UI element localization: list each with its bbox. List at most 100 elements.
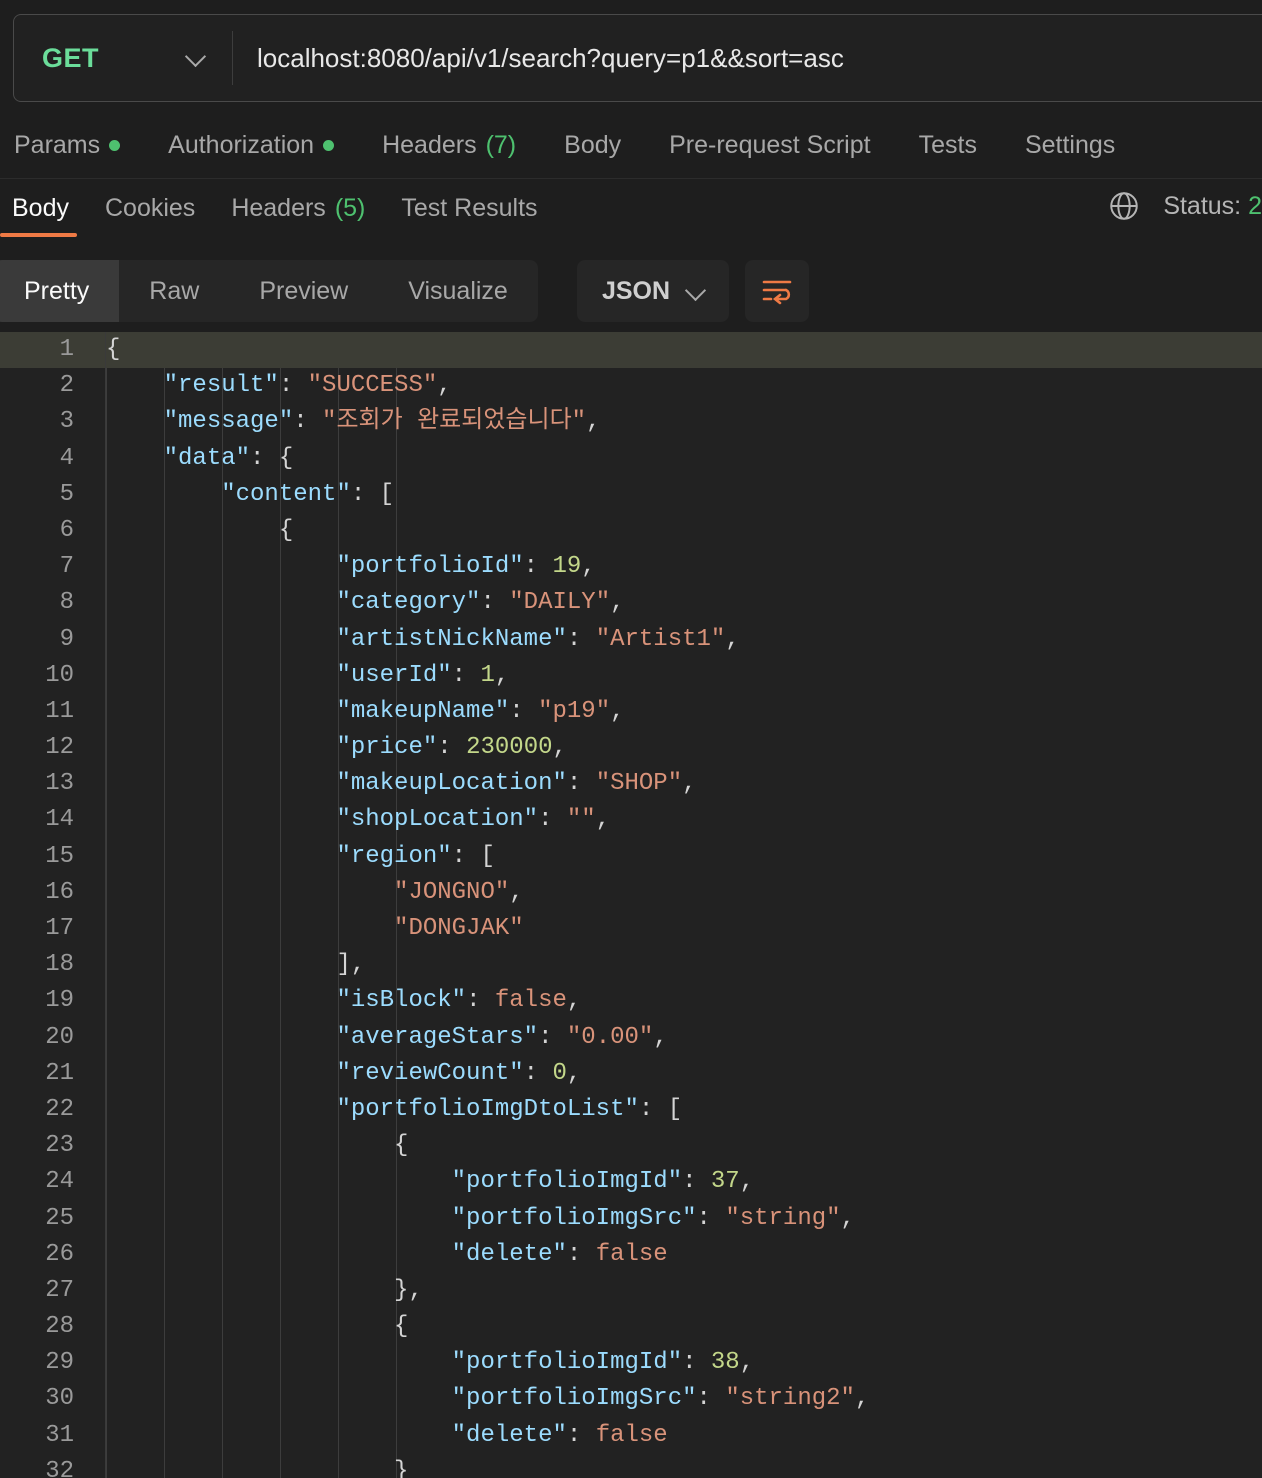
line-content: { — [106, 1313, 409, 1341]
line-number: 16 — [45, 878, 74, 906]
view-mode-visualize-label: Visualize — [408, 276, 508, 305]
view-mode-pretty-label: Pretty — [24, 276, 90, 305]
line-content: ], — [106, 951, 366, 979]
status-label: Status: — [1163, 191, 1242, 220]
view-mode-pretty[interactable]: Pretty — [0, 260, 120, 322]
line-content: "userId": 1, — [336, 661, 510, 689]
line-number: 6 — [59, 516, 74, 544]
code-line: 10 "userId": 1, — [0, 658, 1262, 694]
tab-pre-request-script-label: Pre-request Script — [669, 131, 871, 159]
line-content: "delete": false — [451, 1421, 668, 1449]
code-line: 6 { — [0, 513, 1262, 549]
line-number: 24 — [45, 1168, 74, 1196]
line-number: 14 — [45, 806, 74, 834]
code-line: 30 "portfolioImgSrc": "string2", — [0, 1381, 1262, 1417]
line-content: "artistNickName": "Artist1", — [336, 625, 740, 653]
word-wrap-icon — [762, 280, 792, 305]
view-mode-preview-label: Preview — [259, 276, 349, 305]
line-number: 26 — [45, 1240, 74, 1268]
response-tab-body-label: Body — [12, 193, 69, 222]
tab-pre-request-script[interactable]: Pre-request Script — [669, 131, 870, 160]
line-number: 13 — [45, 770, 74, 798]
tab-body[interactable]: Body — [564, 131, 621, 160]
globe-icon[interactable] — [1107, 189, 1141, 223]
code-line: 13 "makeupLocation": "SHOP", — [0, 766, 1262, 802]
line-content: "portfolioImgSrc": "string2", — [451, 1385, 870, 1413]
tab-tests[interactable]: Tests — [919, 131, 977, 160]
line-number: 25 — [45, 1204, 74, 1232]
tab-tests-label: Tests — [918, 131, 977, 159]
line-number: 21 — [45, 1059, 74, 1087]
code-line: 20 "averageStars": "0.00", — [0, 1020, 1262, 1056]
tab-headers-label: Headers — [382, 131, 477, 159]
response-body-editor[interactable]: 1{2 "result": "SUCCESS", 3 "message": "조회… — [0, 332, 1262, 1478]
request-url-bar: GET — [0, 0, 1262, 113]
url-box: GET — [13, 14, 1262, 102]
view-mode-preview[interactable]: Preview — [229, 260, 378, 322]
tab-params[interactable]: Params — [14, 131, 121, 160]
code-line: 4 "data": { — [0, 441, 1262, 477]
line-number: 2 — [59, 372, 74, 400]
line-content: "portfolioImgId": 38, — [451, 1349, 755, 1377]
response-tab-headers[interactable]: Headers (5) — [213, 179, 383, 237]
line-content: "JONGNO", — [394, 878, 524, 906]
line-content: "reviewCount": 0, — [336, 1059, 582, 1087]
status-dot — [323, 140, 335, 151]
code-line: 3 "message": "조회가 완료되었습니다", — [0, 404, 1262, 440]
code-line: 28 { — [0, 1309, 1262, 1345]
code-line: 23 { — [0, 1128, 1262, 1164]
line-number: 4 — [59, 444, 74, 472]
code-line: 24 "portfolioImgId": 37, — [0, 1164, 1262, 1200]
line-number: 3 — [59, 408, 74, 436]
tab-headers[interactable]: Headers (7) — [382, 131, 516, 160]
line-number: 9 — [59, 625, 74, 653]
tab-authorization[interactable]: Authorization — [168, 131, 335, 160]
status-code: 2 — [1248, 191, 1262, 220]
line-content: "makeupName": "p19", — [336, 697, 625, 725]
code-line: 27 }, — [0, 1273, 1262, 1309]
http-method-dropdown[interactable]: GET — [14, 15, 232, 101]
code-rows: 1{2 "result": "SUCCESS", 3 "message": "조회… — [0, 332, 1262, 1478]
tab-params-label: Params — [14, 131, 101, 159]
line-number: 12 — [45, 734, 74, 762]
tab-settings[interactable]: Settings — [1025, 131, 1115, 160]
tab-body-label: Body — [564, 131, 622, 159]
code-line: 11 "makeupName": "p19", — [0, 694, 1262, 730]
line-content: "result": "SUCCESS", — [163, 372, 452, 400]
line-number: 30 — [45, 1385, 74, 1413]
line-content: } — [106, 1457, 409, 1478]
line-number: 11 — [45, 697, 74, 725]
response-language-dropdown[interactable]: JSON — [577, 260, 729, 322]
line-content: { — [106, 1132, 409, 1160]
view-mode-visualize[interactable]: Visualize — [378, 260, 538, 322]
word-wrap-button[interactable] — [745, 260, 809, 322]
line-number: 17 — [45, 915, 74, 942]
response-tab-test-results-label: Test Results — [401, 193, 538, 222]
code-line: 21 "reviewCount": 0, — [0, 1056, 1262, 1092]
response-tab-cookies[interactable]: Cookies — [87, 179, 213, 237]
line-number: 10 — [45, 661, 74, 689]
response-tab-list: Body Cookies Headers (5) Test Results — [0, 179, 556, 237]
tab-settings-label: Settings — [1024, 131, 1116, 159]
code-line: 26 "delete": false — [0, 1237, 1262, 1273]
line-content: "category": "DAILY", — [336, 589, 625, 617]
request-tab-bar: Params Authorization Headers (7) Body Pr… — [0, 113, 1262, 179]
line-content: "price": 230000, — [336, 734, 567, 762]
line-content: "portfolioId": 19, — [336, 553, 596, 581]
code-line: 29 "portfolioImgId": 38, — [0, 1345, 1262, 1381]
line-number: 22 — [45, 1095, 74, 1123]
line-content: }, — [106, 1276, 423, 1304]
response-language-label: JSON — [601, 276, 671, 305]
line-number: 18 — [45, 951, 74, 979]
view-mode-raw[interactable]: Raw — [119, 260, 229, 322]
response-tab-body[interactable]: Body — [0, 179, 87, 237]
url-input[interactable] — [233, 15, 1262, 101]
response-tab-cookies-label: Cookies — [104, 193, 196, 222]
gutter-divider — [105, 332, 106, 1478]
line-number: 19 — [45, 987, 74, 1015]
line-number: 28 — [45, 1313, 74, 1341]
line-number: 5 — [59, 480, 74, 508]
line-number: 20 — [45, 1023, 74, 1051]
chevron-down-icon — [186, 48, 206, 68]
response-tab-test-results[interactable]: Test Results — [383, 179, 555, 237]
